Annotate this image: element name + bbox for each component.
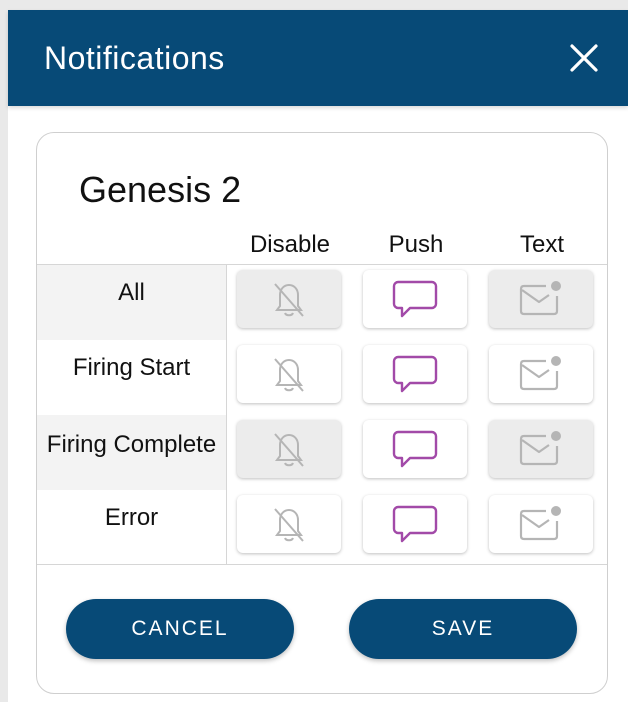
close-button[interactable] — [566, 40, 602, 76]
bell-off-icon — [274, 283, 304, 317]
row-label: Firing Complete — [37, 415, 226, 490]
mail-notification-icon — [519, 356, 561, 391]
disable-button[interactable] — [237, 495, 341, 553]
disable-button[interactable] — [237, 420, 341, 478]
table-row: All — [37, 265, 607, 340]
mail-notification-icon — [519, 431, 561, 466]
column-header-text: Text — [519, 231, 564, 258]
row-label: Firing Start — [72, 354, 191, 381]
chat-bubble-icon — [392, 355, 438, 393]
table-row: Firing Start — [37, 340, 607, 415]
left-rail — [0, 0, 8, 702]
row-label: All — [37, 265, 226, 340]
text-button[interactable] — [489, 345, 593, 403]
mail-notification-icon — [519, 506, 561, 541]
close-icon — [570, 44, 598, 72]
table-row: Firing Complete — [37, 415, 607, 490]
table-row: Error — [37, 490, 607, 565]
bell-off-icon — [274, 433, 304, 467]
notifications-screen: Notifications Genesis 2 Disable Push Tex… — [0, 0, 628, 702]
row-label: Error — [104, 504, 159, 531]
chat-bubble-icon — [392, 505, 438, 543]
chat-bubble-icon — [392, 280, 438, 318]
bell-off-icon — [274, 358, 304, 392]
mail-notification-icon — [519, 281, 561, 316]
push-button[interactable] — [363, 420, 467, 478]
grid-divider — [37, 564, 607, 565]
push-button[interactable] — [363, 495, 467, 553]
column-header-disable: Disable — [249, 231, 331, 258]
cancel-button[interactable]: CANCEL — [66, 599, 294, 659]
top-strip — [0, 0, 628, 10]
bell-off-icon — [274, 508, 304, 542]
save-button[interactable]: SAVE — [349, 599, 577, 659]
header-bar: Notifications — [8, 10, 628, 106]
text-button[interactable] — [489, 420, 593, 478]
page-title: Notifications — [44, 40, 225, 76]
device-notification-card: Genesis 2 Disable Push Text All Firing S… — [36, 132, 608, 694]
column-header-push: Push — [388, 231, 444, 258]
push-button[interactable] — [363, 345, 467, 403]
device-name: Genesis 2 — [79, 169, 242, 210]
chat-bubble-icon — [392, 430, 438, 468]
text-button[interactable] — [489, 270, 593, 328]
push-button[interactable] — [363, 270, 467, 328]
text-button[interactable] — [489, 495, 593, 553]
disable-button[interactable] — [237, 345, 341, 403]
disable-button[interactable] — [237, 270, 341, 328]
